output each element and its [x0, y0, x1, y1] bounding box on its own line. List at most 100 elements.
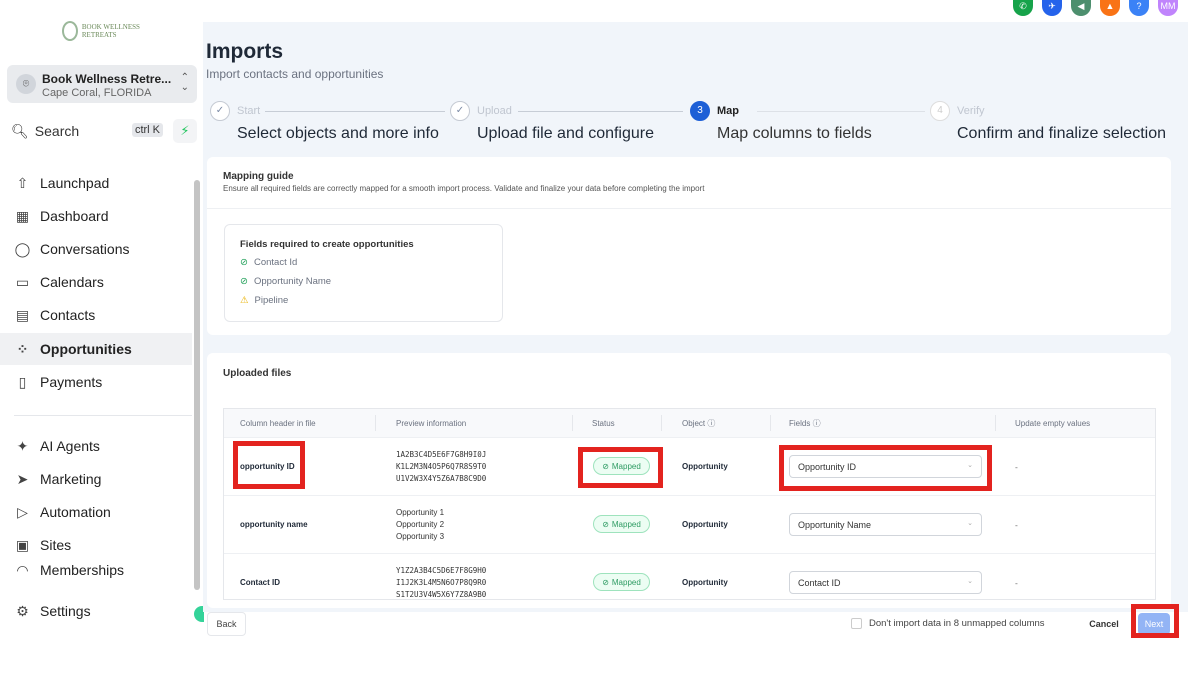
- sidebar-item-contacts[interactable]: ▤ Contacts: [0, 299, 192, 331]
- sidebar-item-opportunities[interactable]: ⁘ Opportunities: [0, 333, 192, 365]
- sidebar-item-label: Calendars: [40, 274, 104, 290]
- sidebar-item-label: Opportunities: [40, 341, 132, 357]
- sidebar-item-label: Conversations: [40, 241, 130, 257]
- required-field: ⊘ Opportunity Name: [240, 276, 331, 287]
- highlight-box: [1131, 604, 1179, 638]
- step-desc: Confirm and finalize selection: [957, 125, 1166, 142]
- sidebar-item-label: Sites: [40, 537, 72, 553]
- divider: [14, 415, 192, 416]
- search-shortcut: ctrl K: [131, 123, 163, 137]
- header-icons: ✆ ✈ ◀ ▲? MM: [1013, 0, 1178, 16]
- info-icon: ⓘ: [812, 418, 821, 428]
- step-number: 4: [930, 101, 950, 121]
- step-desc: Map columns to fields: [717, 125, 872, 142]
- payments-icon: ▯: [18, 373, 27, 390]
- update-empty-values: -: [1015, 520, 1018, 530]
- sidebar-item-automation[interactable]: ▷ Automation: [0, 496, 192, 528]
- table-row: opportunity name Opportunity 1 Opportunit…: [224, 495, 1155, 553]
- rocket-icon: ⇧: [16, 174, 29, 191]
- sidebar-item-marketing[interactable]: ➤ Marketing: [0, 463, 192, 495]
- preview-info: Y1Z2A3B4C5D6E7F8G9H0 I1J2K3L4M5N6O7P8Q9R0…: [396, 566, 487, 599]
- step-desc: Upload file and configure: [477, 125, 655, 142]
- back-button[interactable]: Back: [207, 612, 246, 636]
- automation-icon: ▷: [17, 503, 28, 520]
- sidebar-item-label: Payments: [40, 374, 103, 390]
- sidebar-item-launchpad[interactable]: ⇧ Launchpad: [0, 167, 192, 199]
- step-number: ✓: [210, 101, 230, 121]
- highlight-box: [233, 441, 305, 489]
- check-circle-icon: ⊘: [240, 276, 248, 287]
- sidebar-item-settings[interactable]: ⚙ Settings: [0, 595, 192, 627]
- location-switcher[interactable]: ⌾ Book Wellness Retre... Cape Coral, FLO…: [7, 65, 197, 103]
- sidebar-item-dashboard[interactable]: ▦ Dashboard: [0, 200, 192, 232]
- sidebar-scrollbar[interactable]: [194, 170, 200, 620]
- quick-action-bolt-icon[interactable]: ⚡︎: [173, 119, 197, 143]
- location-city: Cape Coral, FLORIDA: [42, 87, 152, 99]
- required-field: ⚠ Pipeline: [240, 295, 288, 306]
- check-circle-icon: ⊘: [602, 519, 609, 529]
- table-row: opportunity ID 1A2B3C4D5E6F7G8H9I0J K1L2M…: [224, 437, 1155, 495]
- logo: BOOK WELLNESS RETREATS: [62, 20, 152, 42]
- required-fields-title: Fields required to create opportunities: [240, 239, 414, 250]
- table-row: Contact ID Y1Z2A3B4C5D6E7F8G9H0 I1J2K3L4M…: [224, 553, 1155, 599]
- step-upload: ✓ Upload Upload file and configure: [450, 101, 654, 143]
- column-name: Contact ID: [240, 578, 280, 587]
- field-select[interactable]: Contact ID ⌄: [789, 571, 982, 594]
- info-icon: ⓘ: [707, 418, 716, 428]
- sidebar-item-ai-agents[interactable]: ✦ AI Agents: [0, 430, 192, 462]
- search-button[interactable]: 🔍︎ Search ctrl K: [7, 119, 167, 143]
- sidebar-item-memberships[interactable]: ◠ Memberships: [0, 562, 192, 580]
- send-icon: ➤: [16, 470, 29, 487]
- column-header: Preview information: [396, 418, 467, 428]
- step-verify: 4 Verify Confirm and finalize selection: [930, 101, 1166, 143]
- column-header: Status: [592, 418, 615, 428]
- step-desc: Select objects and more info: [237, 125, 439, 142]
- column-name: opportunity name: [240, 520, 308, 529]
- column-header: Fields ⓘ: [789, 418, 821, 428]
- page-title: Imports: [206, 40, 284, 63]
- table-header: Column header in file Preview information…: [224, 409, 1155, 437]
- phone-icon[interactable]: ✆: [1013, 0, 1033, 16]
- satellite-icon[interactable]: ✈: [1042, 0, 1062, 16]
- sidebar-item-label: Marketing: [40, 471, 102, 487]
- sidebar: BOOK WELLNESS RETREATS ⌾ Book Wellness R…: [0, 0, 204, 687]
- skip-unmapped-label: Don't import data in 8 unmapped columns: [869, 618, 1045, 629]
- required-field: ⊘ Contact Id: [240, 257, 297, 268]
- field-select[interactable]: Opportunity Name ⌄: [789, 513, 982, 536]
- update-empty-values: -: [1015, 462, 1018, 472]
- megaphone-icon[interactable]: ◀: [1071, 0, 1091, 16]
- chevron-down-icon: ⌄: [967, 578, 973, 585]
- sidebar-item-payments[interactable]: ▯ Payments: [0, 366, 192, 398]
- status-badge: ⊘ Mapped: [593, 515, 650, 533]
- warning-icon: ⚠: [240, 295, 249, 306]
- logo-text: BOOK WELLNESS RETREATS: [81, 23, 140, 39]
- sidebar-item-calendars[interactable]: ▭ Calendars: [0, 266, 192, 298]
- sidebar-item-label: Launchpad: [40, 175, 110, 191]
- help-icon[interactable]: ?: [1129, 0, 1149, 16]
- skip-unmapped-checkbox[interactable]: [851, 618, 862, 629]
- sidebar-item-label: Dashboard: [40, 208, 109, 224]
- preview-info: 1A2B3C4D5E6F7G8H9I0J K1L2M3N4O5P6Q7R8S9T0…: [396, 450, 487, 483]
- bell-icon[interactable]: ▲: [1100, 0, 1120, 16]
- sidebar-item-conversations[interactable]: ◯ Conversations: [0, 233, 192, 265]
- sidebar-item-label: Settings: [40, 603, 91, 619]
- sidebar-item-sites[interactable]: ▣ Sites: [0, 529, 192, 561]
- object-name: Opportunity: [682, 520, 728, 529]
- location-name: Book Wellness Retre...: [42, 72, 172, 86]
- update-empty-values: -: [1015, 578, 1018, 588]
- mapping-guide-title: Mapping guide: [223, 171, 294, 182]
- avatar[interactable]: MM: [1158, 0, 1178, 16]
- check-circle-icon: ⊘: [602, 577, 609, 587]
- required-fields-card: Fields required to create opportunities …: [224, 224, 503, 322]
- mapping-table: Column header in file Preview information…: [223, 408, 1156, 600]
- highlight-box: [779, 445, 992, 491]
- chevron-down-icon: ⌄: [967, 520, 973, 527]
- required-field-label: Pipeline: [254, 295, 289, 306]
- contacts-icon: ▤: [15, 306, 30, 323]
- column-header: Column header in file: [240, 418, 316, 428]
- gear-icon: ⚙: [16, 602, 29, 619]
- step-label: Upload: [477, 105, 512, 117]
- footer: Back Don't import data in 8 unmapped col…: [203, 612, 1188, 642]
- cancel-button[interactable]: Cancel: [1083, 612, 1125, 636]
- mapping-guide-desc: Ensure all required fields are correctly…: [223, 184, 705, 193]
